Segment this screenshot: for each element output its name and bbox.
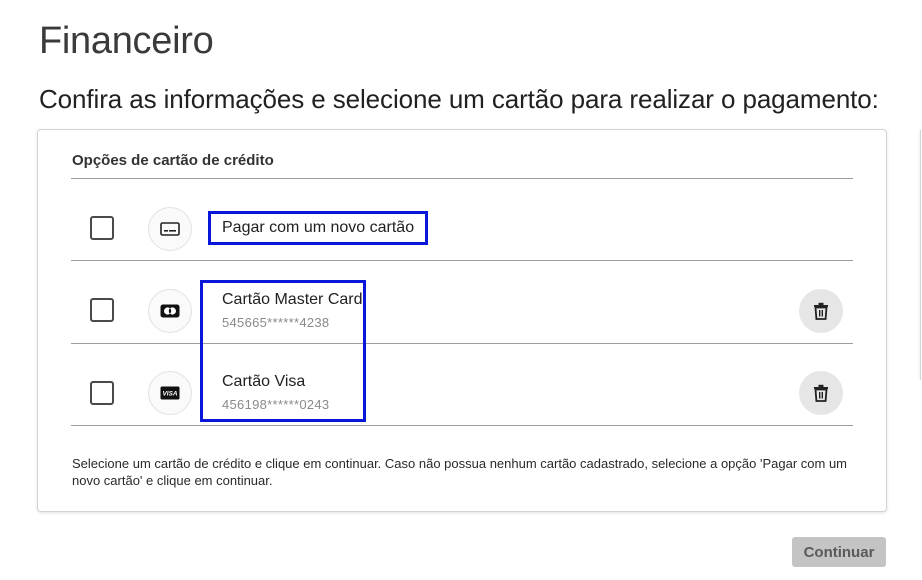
mastercard-icon xyxy=(148,289,192,333)
card-row-mastercard[interactable]: Cartão Master Card 545665******4238 xyxy=(71,261,853,343)
helper-text: Selecione um cartão de crédito e clique … xyxy=(72,456,847,488)
delete-mastercard-button[interactable] xyxy=(799,289,843,333)
mastercard-checkbox[interactable] xyxy=(90,298,114,322)
credit-card-icon xyxy=(148,207,192,251)
continue-button[interactable]: Continuar xyxy=(792,537,886,567)
new-card-label[interactable]: Pagar com um novo cartão xyxy=(208,211,429,245)
delete-visa-button[interactable] xyxy=(799,371,843,415)
trash-icon xyxy=(814,302,828,320)
trash-icon xyxy=(814,384,828,402)
visa-icon: VISA xyxy=(148,371,192,415)
page-title: Financeiro xyxy=(39,20,214,62)
row-divider xyxy=(71,425,853,426)
visa-checkbox[interactable] xyxy=(90,381,114,405)
new-card-checkbox[interactable] xyxy=(90,216,114,240)
saved-cards-highlight-box xyxy=(200,280,366,422)
new-card-row[interactable]: Pagar com um novo cartão xyxy=(71,179,853,260)
page-subtitle: Confira as informações e selecione um ca… xyxy=(39,84,879,114)
card-row-visa[interactable]: VISA Cartão Visa 456198******0243 xyxy=(71,344,853,425)
visa-brand-text: VISA xyxy=(163,391,178,398)
card-options-header: Opções de cartão de crédito xyxy=(72,152,274,169)
credit-card-options-card: Opções de cartão de crédito Pagar com um… xyxy=(37,129,887,512)
